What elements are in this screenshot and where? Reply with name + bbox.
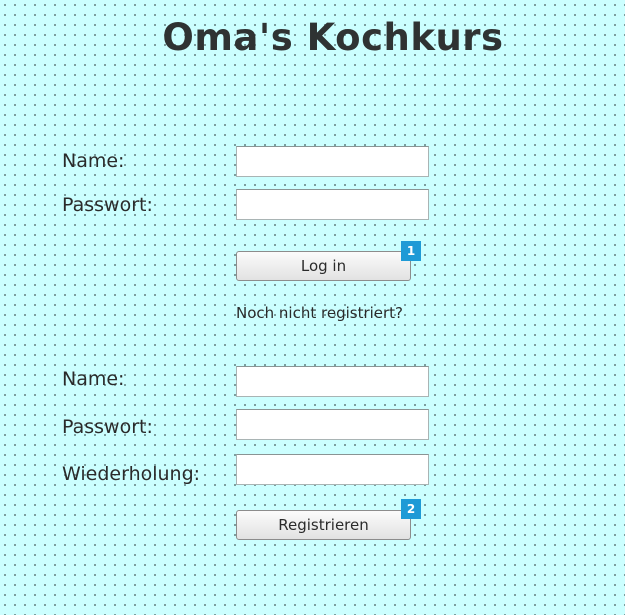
register-name-input[interactable] (236, 366, 429, 397)
register-button[interactable]: Registrieren (236, 510, 411, 540)
login-button[interactable]: Log in (236, 251, 411, 281)
login-password-input[interactable] (236, 189, 429, 220)
register-password-input[interactable] (236, 409, 429, 440)
register-repeat-input[interactable] (236, 454, 429, 485)
login-step-badge: 1 (401, 241, 421, 261)
register-name-label: Name: (62, 368, 125, 390)
login-name-label: Name: (62, 150, 125, 172)
register-hint: Noch nicht registriert? (236, 304, 404, 322)
register-repeat-label: Wiederholung: (62, 463, 201, 485)
page-title: Oma's Kochkurs (162, 16, 504, 59)
login-password-label: Passwort: (62, 194, 153, 216)
register-step-badge: 2 (401, 499, 421, 519)
register-password-label: Passwort: (62, 416, 153, 438)
login-name-input[interactable] (236, 146, 429, 177)
